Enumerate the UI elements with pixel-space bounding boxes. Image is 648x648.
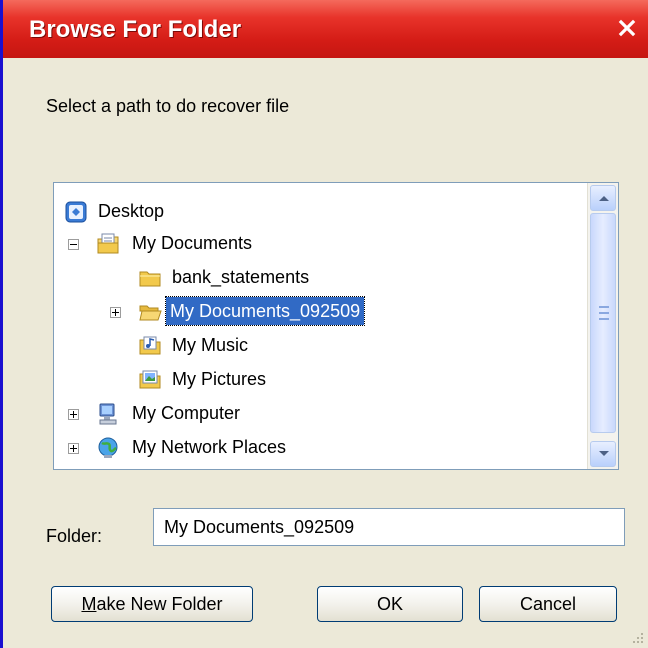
folder-label: Folder: [46,526,103,546]
cancel-button[interactable]: Cancel [479,586,617,622]
my-documents-icon [97,233,119,254]
music-folder-icon [139,336,161,355]
desktop-icon [65,201,87,223]
browse-for-folder-dialog: Browse For Folder Select a path to do re… [0,0,648,648]
folder-input[interactable]: My Documents_092509 [153,508,625,546]
tree-item-label: bank_statements [172,267,310,287]
title-bar[interactable]: Browse For Folder [3,0,648,58]
arrow-up-icon [599,196,609,201]
grip-line [599,312,609,314]
mnemonic-letter: M [81,594,97,614]
tree-item-label: Desktop [98,201,165,221]
pictures-folder-icon [139,370,161,389]
open-folder-icon [139,305,162,321]
make-new-folder-button[interactable]: Make New Folder [51,586,253,622]
tree-item-label: My Documents_092509 [164,296,366,326]
scroll-up-button[interactable] [590,185,616,211]
expand-icon[interactable] [110,307,121,318]
grip-line [599,318,609,320]
tree-item-label: My Music [172,335,248,355]
close-icon[interactable] [615,16,639,40]
tree-item-label: My Network Places [132,437,287,457]
folder-tree[interactable]: Desktop My Documents bank_statements My … [53,182,619,470]
expand-icon[interactable] [68,409,79,420]
scroll-thumb[interactable] [590,213,616,433]
dialog-title: Browse For Folder [29,16,242,43]
collapse-icon[interactable] [68,239,79,250]
scroll-down-button[interactable] [590,441,616,467]
expand-icon[interactable] [68,443,79,454]
arrow-down-icon [599,451,609,456]
button-label: ake New Folder [96,594,223,614]
tree-scrollbar[interactable] [587,183,618,469]
ok-button[interactable]: OK [317,586,463,622]
resize-grip-icon[interactable] [630,630,644,644]
folder-icon [139,271,161,287]
tree-item-label: My Documents [132,233,253,253]
network-icon [98,437,118,458]
tree-item-label: My Computer [132,403,241,423]
grip-line [599,306,609,308]
tree-item-label: My Pictures [172,369,267,389]
instruction-text: Select a path to do recover file [46,96,290,116]
computer-icon [99,403,117,425]
